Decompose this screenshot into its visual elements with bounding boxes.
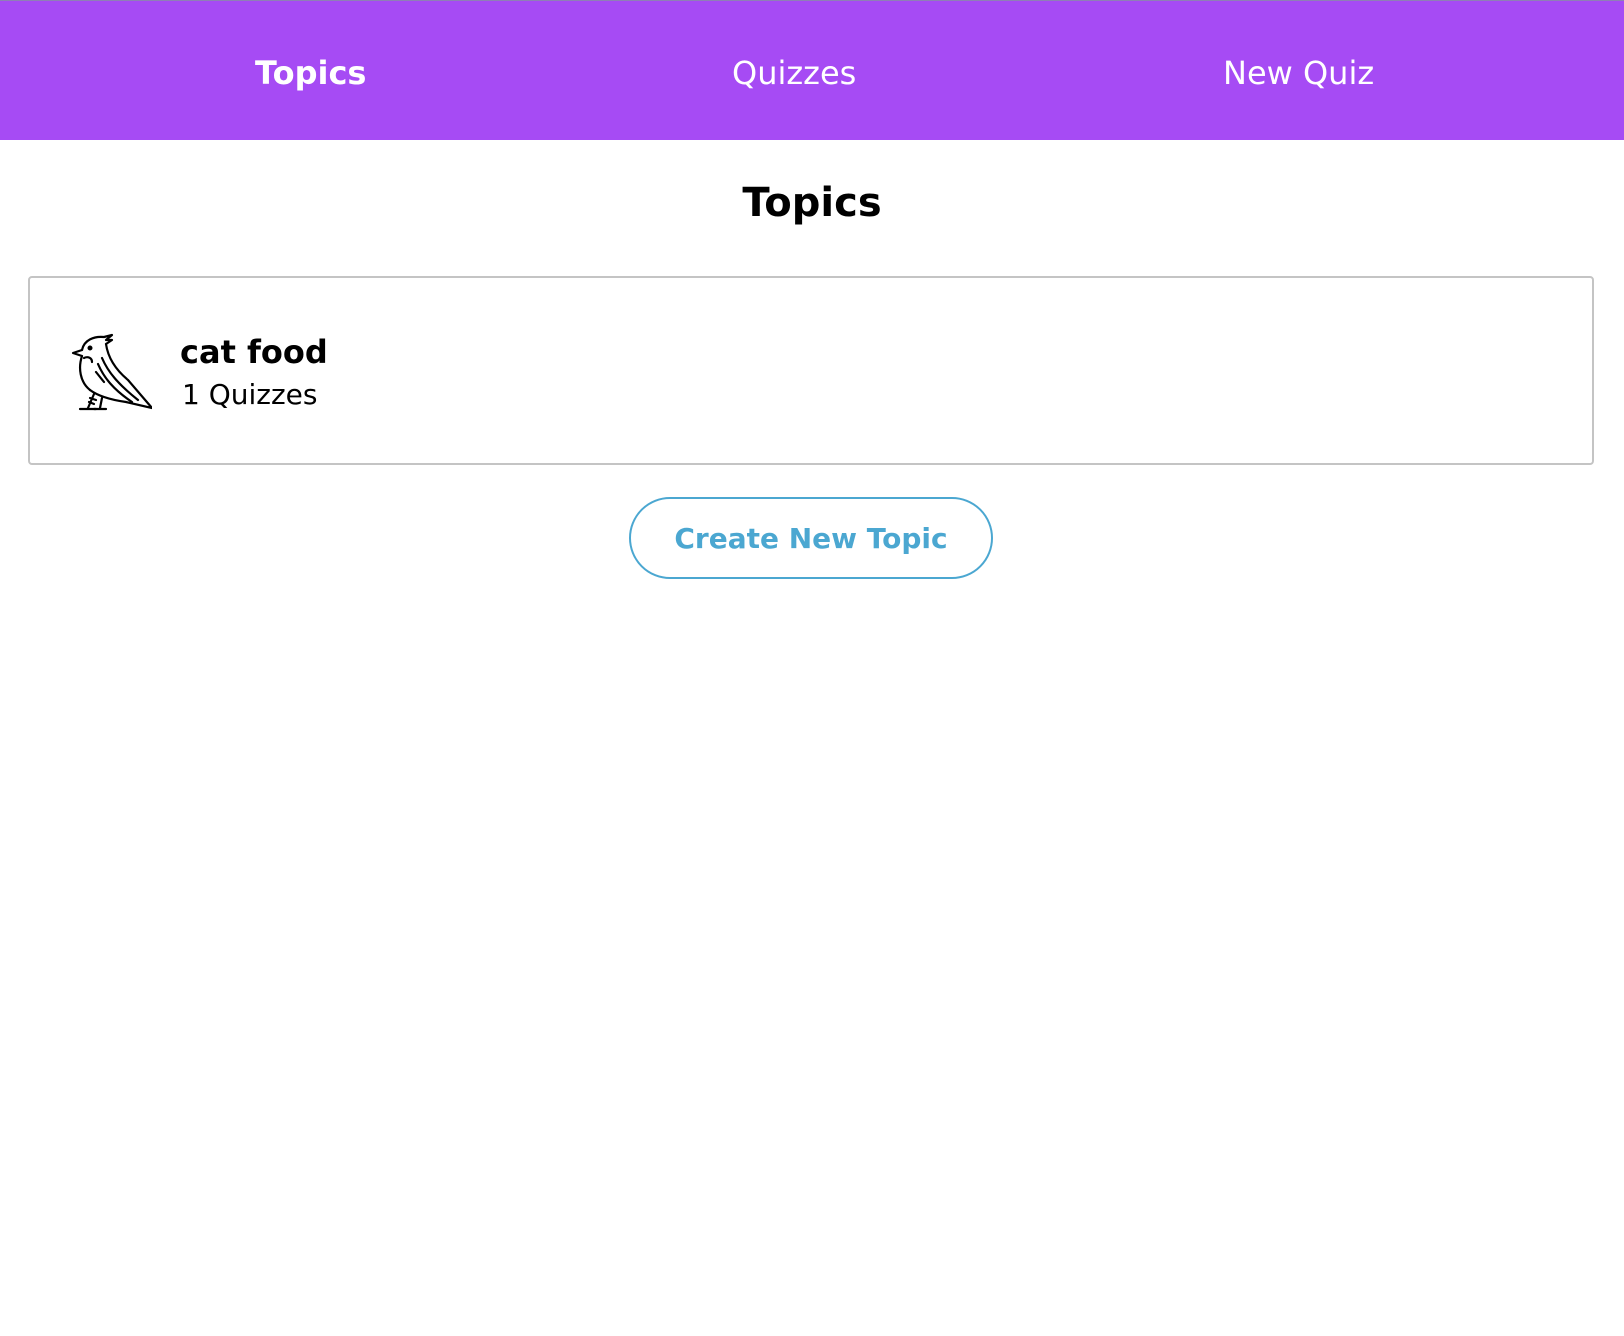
topic-quiz-count: 1 Quizzes [182, 378, 318, 411]
topic-item[interactable]: cat food 1 Quizzes [30, 278, 1592, 463]
topic-name: cat food [180, 333, 328, 371]
nav-link-topics[interactable]: Topics [255, 1, 366, 141]
top-navigation: Topics Quizzes New Quiz [0, 0, 1624, 140]
nav-link-quizzes[interactable]: Quizzes [732, 1, 856, 141]
topic-list: cat food 1 Quizzes [28, 276, 1594, 465]
create-new-topic-button[interactable]: Create New Topic [629, 497, 993, 579]
nav-link-new-quiz[interactable]: New Quiz [1223, 1, 1374, 141]
page-title: Topics [742, 180, 882, 226]
bird-icon [68, 328, 154, 412]
